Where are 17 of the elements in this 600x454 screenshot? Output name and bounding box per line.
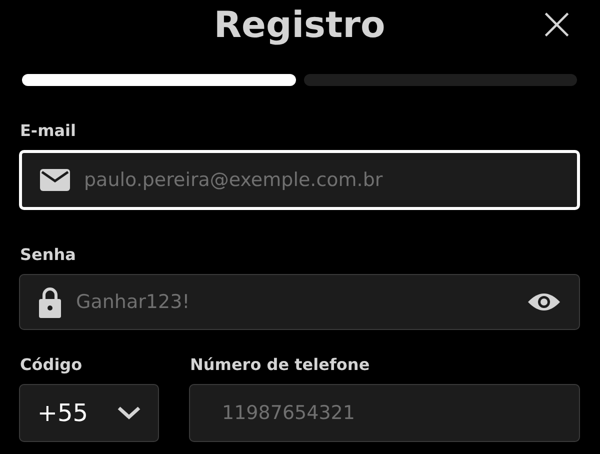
email-input[interactable]: paulo.pereira@exemple.com.br [84, 169, 559, 191]
password-input[interactable]: Ganhar123! [76, 291, 513, 313]
password-field[interactable]: Ganhar123! [19, 274, 580, 330]
field-label: Código [20, 356, 84, 374]
email-field[interactable]: paulo.pereira@exemple.com.br [19, 150, 580, 210]
country-code-dropdown[interactable]: +55 [19, 384, 159, 442]
phone-input[interactable]: 11987654321 [222, 402, 561, 424]
padlock-icon [38, 286, 62, 318]
field-label: Senha [20, 246, 77, 264]
close-button[interactable]: × [537, 0, 576, 46]
phone-field[interactable]: 11987654321 [189, 384, 580, 442]
eye-icon[interactable] [527, 291, 561, 313]
page-title: Registro [214, 4, 386, 46]
field-label: Número de telefone [190, 356, 371, 374]
field-label: E-mail [20, 122, 78, 140]
chevron-down-icon [116, 406, 141, 420]
envelope-icon [40, 169, 70, 191]
